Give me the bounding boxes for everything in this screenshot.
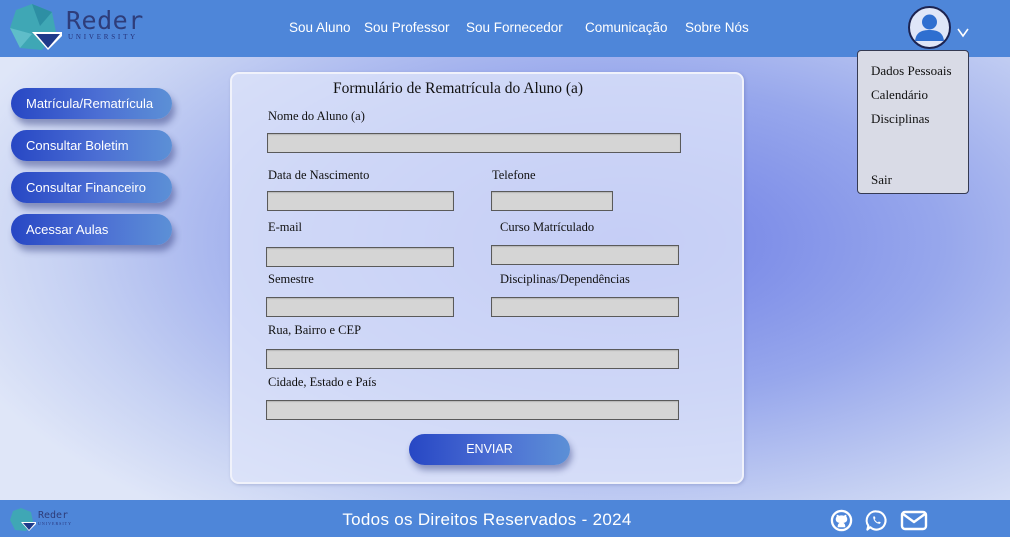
user-dropdown-menu: Dados Pessoais Calendário Disciplinas Sa… [857,50,969,194]
sidebar-aulas-button[interactable]: Acessar Aulas [11,214,172,245]
sidebar-financeiro-button[interactable]: Consultar Financeiro [11,172,172,203]
logo-hexagon-icon [10,4,62,50]
user-avatar-icon[interactable] [908,6,951,49]
menu-item-sair[interactable]: Sair [871,172,892,188]
nav-sou-professor[interactable]: Sou Professor [364,20,450,35]
nav-sobre-nos[interactable]: Sobre Nós [685,20,749,35]
menu-item-disciplinas[interactable]: Disciplinas [871,111,930,127]
menu-item-calendario[interactable]: Calendário [871,87,928,103]
semestre-label: Semestre [268,272,314,286]
telefone-label: Telefone [492,168,536,182]
chevron-down-icon[interactable] [956,26,970,38]
endereco-label: Rua, Bairro e CEP [268,323,362,337]
brand-name: Reder [66,6,144,35]
copyright-text: Todos os Direitos Reservados - 2024 [342,510,632,529]
cidade-label: Cidade, Estado e País [268,375,377,389]
whatsapp-icon[interactable] [865,509,888,532]
endereco-input[interactable] [266,349,679,369]
brand-subtitle: UNIVERSITY [68,33,138,41]
email-label: E-mail [268,220,303,234]
nav-sou-aluno[interactable]: Sou Aluno [289,20,351,35]
menu-item-dados-pessoais[interactable]: Dados Pessoais [871,63,952,79]
email-input[interactable] [266,247,454,267]
enviar-button[interactable]: ENVIAR [409,434,570,465]
sidebar-boletim-button[interactable]: Consultar Boletim [11,130,172,161]
nome-input[interactable] [267,133,681,153]
github-icon[interactable] [830,509,853,532]
curso-label: Curso Matrículado [500,220,595,234]
semestre-input[interactable] [266,297,454,317]
disciplinas-label: Disciplinas/Dependências [500,272,630,286]
curso-input[interactable] [491,245,679,265]
brand-logo[interactable]: Reder UNIVERSITY [10,4,143,52]
cidade-input[interactable] [266,400,679,420]
nascimento-label: Data de Nascimento [268,168,370,182]
nav-comunicacao[interactable]: Comunicação [585,20,668,35]
mail-icon[interactable] [900,509,928,532]
sidebar-matricula-button[interactable]: Matrícula/Rematrícula [11,88,172,119]
nascimento-input[interactable] [267,191,454,211]
nome-label: Nome do Aluno (a) [268,109,365,123]
form-title: Formulário de Rematrícula do Aluno (a) [333,80,584,97]
disciplinas-input[interactable] [491,297,679,317]
nav-sou-fornecedor[interactable]: Sou Fornecedor [466,20,563,35]
telefone-input[interactable] [491,191,613,211]
